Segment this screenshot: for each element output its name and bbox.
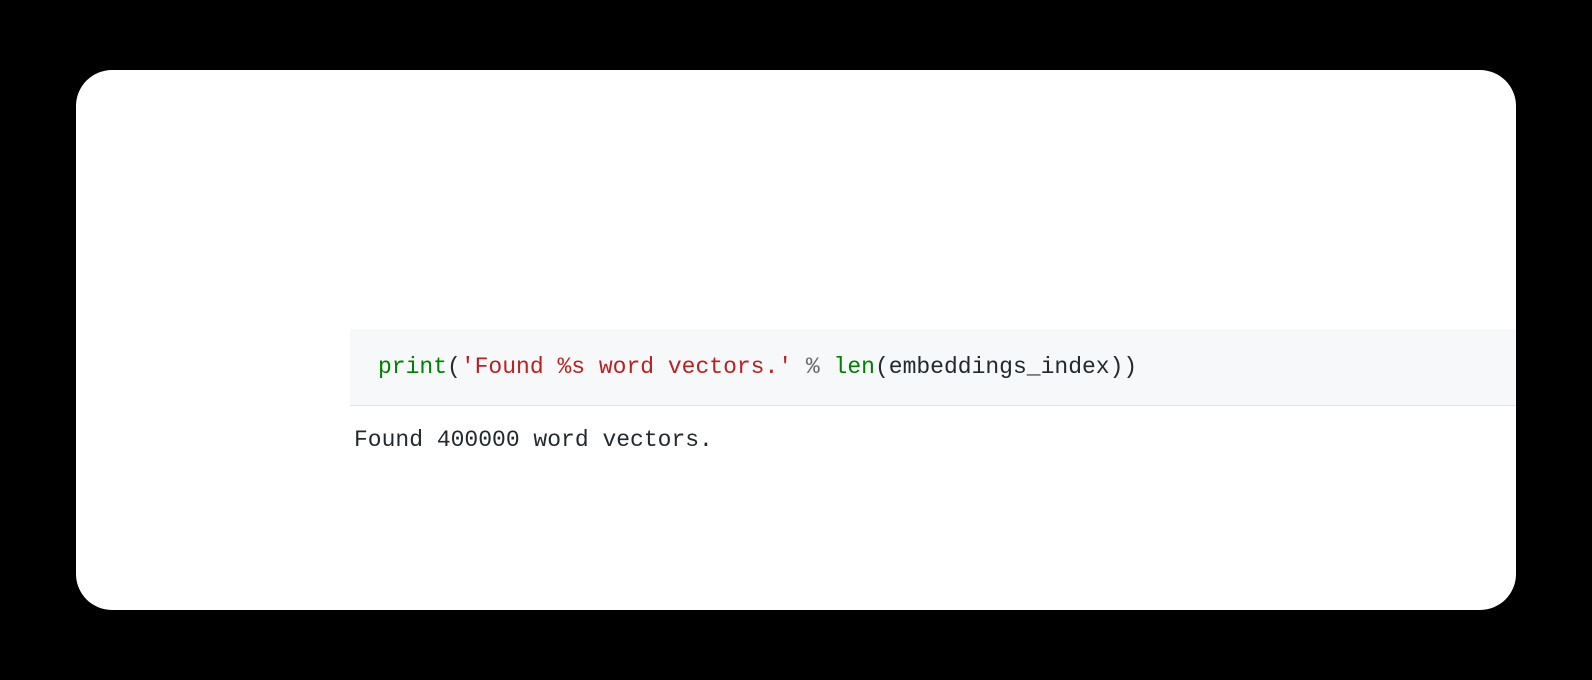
token-open-paren: ( <box>447 354 461 380</box>
token-space <box>820 354 834 380</box>
code-cell: print('Found %s word vectors.' % len(emb… <box>350 329 1516 406</box>
output-cell: Found 400000 word vectors. <box>350 406 1516 474</box>
notebook-content: print('Found %s word vectors.' % len(emb… <box>350 329 1516 474</box>
token-space <box>792 354 806 380</box>
token-identifier: embeddings_index <box>889 354 1110 380</box>
token-string: 'Found %s word vectors.' <box>461 354 792 380</box>
token-close-paren: ) <box>1123 354 1137 380</box>
token-close-paren: ) <box>1110 354 1124 380</box>
token-builtin-print: print <box>378 354 447 380</box>
token-builtin-len: len <box>834 354 875 380</box>
document-card: print('Found %s word vectors.' % len(emb… <box>76 70 1516 610</box>
token-percent-operator: % <box>806 354 820 380</box>
token-open-paren: ( <box>875 354 889 380</box>
